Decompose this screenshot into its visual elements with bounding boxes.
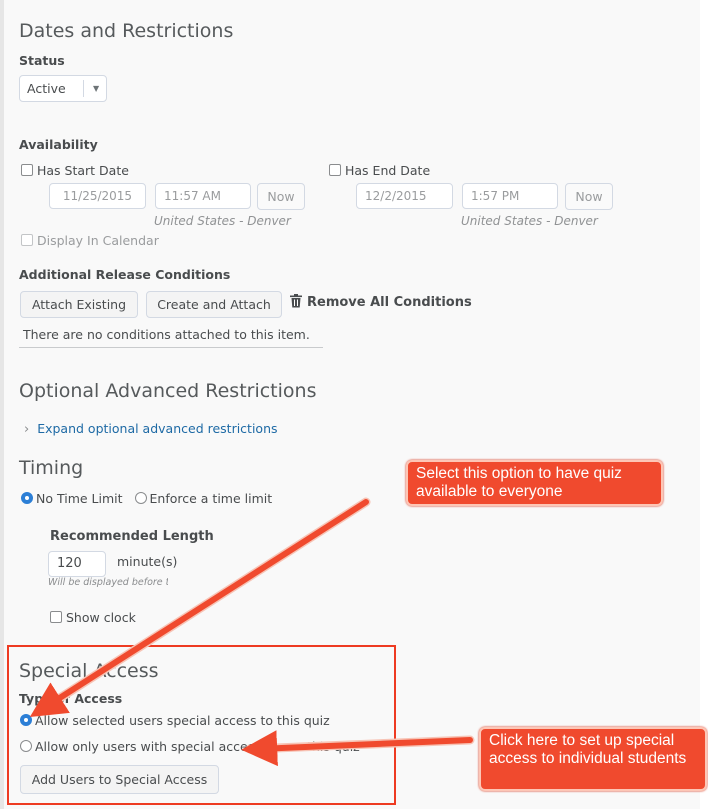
start-timezone: United States - Denver [154,214,291,228]
length-hint-clip: Will be displayed before the quiz starts [48,577,168,593]
end-time-input[interactable]: 1:57 PM [462,183,558,209]
has-end-date[interactable]: Has End Date [329,163,430,178]
enforce-limit-option[interactable]: Enforce a time limit [134,491,273,506]
length-unit: minute(s) [117,554,178,569]
end-date-checkbox[interactable] [329,164,341,176]
chevron-right-icon: › [24,422,30,437]
no-time-limit-label: No Time Limit [36,491,123,506]
allow-only-option[interactable]: Allow only users with special access to … [20,739,360,754]
display-calendar-label: Display In Calendar [37,233,159,248]
conditions-divider [19,347,323,348]
display-calendar-checkbox[interactable] [21,234,33,246]
expand-advanced[interactable]: › Expand optional advanced restrictions [24,418,278,437]
dates-section-title: Dates and Restrictions [19,20,234,42]
has-start-date[interactable]: Has Start Date [21,163,129,178]
length-hint: Will be displayed before the quiz starts [48,577,168,588]
start-date-label: Has Start Date [37,163,129,178]
callout-everyone: Select this option to have quiz availabl… [406,460,663,506]
chevron-down-icon: ▼ [93,84,100,93]
select-separator [83,80,84,97]
length-input[interactable]: 120 [48,551,106,577]
add-users-special-access-button[interactable]: Add Users to Special Access [20,765,219,794]
allow-only-radio[interactable] [20,740,32,752]
remove-all-label: Remove All Conditions [307,295,472,310]
create-and-attach-button[interactable]: Create and Attach [146,291,282,318]
end-now-button[interactable]: Now [565,183,613,210]
end-date-input[interactable]: 12/2/2015 [356,183,453,209]
expand-advanced-link[interactable]: Expand optional advanced restrictions [37,421,277,436]
release-conditions-label: Additional Release Conditions [19,267,231,282]
show-clock-checkbox[interactable] [50,611,62,623]
status-label: Status [19,53,65,68]
display-in-calendar[interactable]: Display In Calendar [21,233,159,248]
left-edge [0,0,4,809]
allow-only-label: Allow only users with special access to … [35,739,360,754]
end-timezone: United States - Denver [461,214,598,228]
type-of-access-label: Type of Access [19,691,123,706]
start-now-button[interactable]: Now [257,183,305,210]
timing-section-title: Timing [19,457,84,479]
trash-icon [290,294,302,308]
show-clock[interactable]: Show clock [50,610,136,625]
show-clock-label: Show clock [66,610,136,625]
start-date-input[interactable]: 11/25/2015 [49,183,146,209]
allow-selected-option[interactable]: Allow selected users special access to t… [20,713,330,728]
remove-all-conditions[interactable]: Remove All Conditions [290,294,472,310]
start-time-input[interactable]: 11:57 AM [155,183,251,209]
status-value: Active [27,81,66,96]
availability-label: Availability [19,137,98,152]
start-date-checkbox[interactable] [21,164,33,176]
callout-special-access: Click here to set up special access to i… [479,727,707,791]
no-time-limit-option[interactable]: No Time Limit [21,491,123,506]
allow-selected-label: Allow selected users special access to t… [35,713,330,728]
end-date-label: Has End Date [345,163,431,178]
enforce-limit-label: Enforce a time limit [149,491,273,506]
no-time-limit-radio[interactable] [21,492,33,504]
status-select[interactable]: Active ▼ [19,75,107,102]
advanced-section-title: Optional Advanced Restrictions [19,380,317,402]
special-access-title: Special Access [19,660,159,682]
allow-selected-radio[interactable] [20,714,32,726]
no-conditions-message: There are no conditions attached to this… [23,327,310,342]
recommended-length-label: Recommended Length [50,529,214,544]
enforce-limit-radio[interactable] [134,492,147,504]
attach-existing-button[interactable]: Attach Existing [20,291,138,318]
timing-options: No Time Limit Enforce a time limit [21,491,272,506]
right-edge [700,0,708,809]
